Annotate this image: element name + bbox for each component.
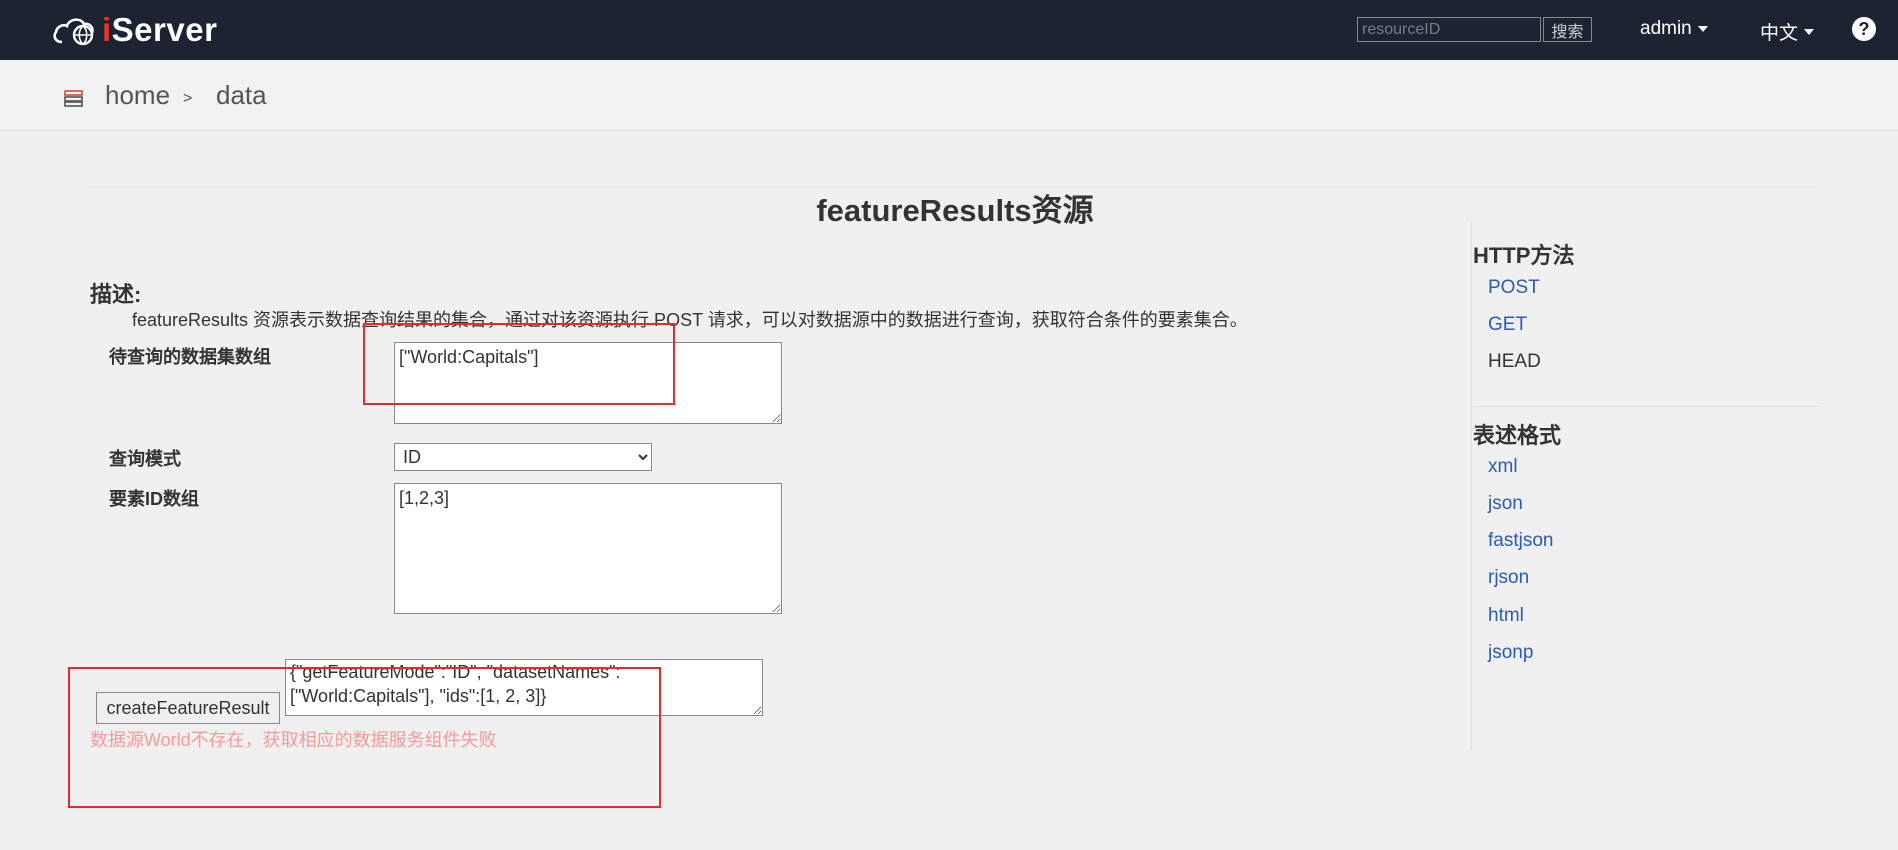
http-method-get[interactable]: GET: [1488, 314, 1527, 336]
logo[interactable]: iServer: [52, 10, 217, 50]
breadcrumb-home[interactable]: home: [105, 80, 170, 111]
create-feature-result-button[interactable]: createFeatureResult: [96, 692, 280, 724]
http-method-head: HEAD: [1488, 351, 1541, 372]
error-message: 数据源World不存在，获取相应的数据服务组件失败: [90, 730, 497, 750]
formats-heading: 表述格式: [1473, 423, 1562, 448]
language-menu[interactable]: 中文: [1760, 18, 1815, 45]
resource-search-input[interactable]: [1357, 17, 1541, 42]
server-icon: [64, 90, 83, 107]
logo-text: iServer: [102, 11, 217, 49]
format-rjson[interactable]: rjson: [1488, 567, 1529, 589]
request-body-textarea[interactable]: {"getFeatureMode":"ID", "datasetNames":[…: [285, 659, 763, 716]
help-icon[interactable]: ?: [1852, 17, 1876, 41]
description-text: featureResults 资源表示数据查询结果的集合，通过对该资源执行 PO…: [132, 310, 1248, 330]
description-label: 描述:: [90, 282, 142, 307]
breadcrumb-separator: >: [183, 90, 193, 107]
query-mode-label: 查询模式: [109, 449, 181, 469]
format-fastjson[interactable]: fastjson: [1488, 530, 1553, 552]
cloud-globe-icon: [53, 18, 94, 46]
user-menu[interactable]: admin: [1640, 18, 1708, 40]
feature-ids-textarea[interactable]: [1,2,3]: [394, 483, 782, 614]
breadcrumb: home > data: [0, 60, 1898, 131]
logo-prefix: i: [102, 11, 112, 48]
sidebar-rule: [1473, 406, 1819, 407]
logo-name: Server: [111, 11, 218, 48]
dataset-names-textarea[interactable]: ["World:Capitals"]: [394, 342, 782, 424]
query-mode-select[interactable]: ID: [394, 443, 652, 471]
format-xml[interactable]: xml: [1488, 456, 1518, 478]
caret-down-icon: [1804, 28, 1815, 35]
format-jsonp[interactable]: jsonp: [1488, 642, 1533, 664]
search-button[interactable]: 搜索: [1543, 17, 1592, 42]
page-title: featureResults资源: [816, 193, 1094, 228]
top-navbar: iServer 搜索 admin 中文 ?: [0, 0, 1898, 60]
dataset-names-label: 待查询的数据集数组: [109, 347, 271, 367]
language-menu-label: 中文: [1760, 23, 1799, 44]
format-html[interactable]: html: [1488, 605, 1524, 627]
http-method-post[interactable]: POST: [1488, 277, 1540, 299]
format-json[interactable]: json: [1488, 493, 1523, 515]
user-menu-label: admin: [1640, 18, 1692, 39]
caret-down-icon: [1697, 26, 1708, 32]
http-methods-heading: HTTP方法: [1473, 243, 1575, 268]
breadcrumb-current[interactable]: data: [216, 80, 267, 111]
sidebar-divider: [1471, 222, 1472, 750]
feature-ids-label: 要素ID数组: [109, 489, 199, 509]
